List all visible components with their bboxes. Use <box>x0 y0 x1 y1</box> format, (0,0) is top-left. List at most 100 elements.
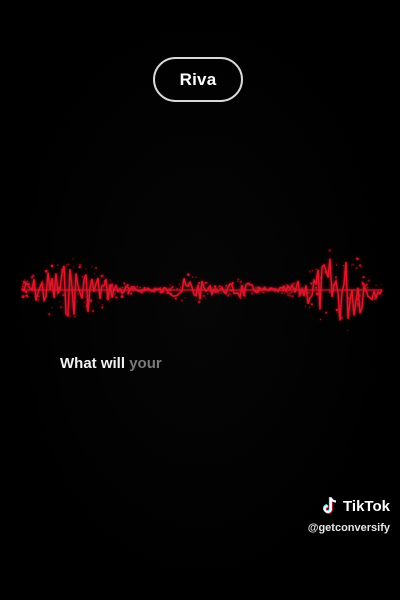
waveform-particle <box>358 294 361 297</box>
waveform-particle <box>239 280 242 283</box>
waveform-particle <box>140 291 143 294</box>
waveform-particle <box>200 287 202 289</box>
waveform-particle <box>209 290 211 292</box>
waveform-particle <box>57 264 59 266</box>
waveform-particle <box>169 284 172 286</box>
waveform-particle <box>38 295 40 297</box>
waveform-particle <box>69 273 72 276</box>
waveform-particle <box>255 289 258 293</box>
waveform-particle <box>257 289 259 291</box>
waveform-particle <box>111 286 114 289</box>
waveform-particle <box>119 291 120 293</box>
waveform-particle <box>73 315 76 318</box>
waveform-particle <box>126 283 129 287</box>
waveform-particle <box>225 284 228 287</box>
waveform-particle <box>53 290 56 292</box>
waveform-particle <box>31 286 34 290</box>
waveform-particle <box>317 281 320 285</box>
waveform-particle <box>276 289 278 292</box>
waveform-particle <box>65 264 68 266</box>
tiktok-watermark: TikTok @getconversify <box>308 496 390 534</box>
waveform-particle <box>243 294 247 298</box>
waveform-particle <box>94 266 98 270</box>
waveform-particle <box>361 281 363 284</box>
waveform-particle <box>121 291 124 294</box>
speaker-name: Riva <box>179 69 217 89</box>
waveform-particle <box>335 308 338 312</box>
waveform-particle <box>24 279 26 281</box>
waveform-particle <box>340 316 344 319</box>
waveform-particle <box>31 274 35 278</box>
waveform-particle <box>281 292 283 295</box>
waveform-particle <box>350 264 353 267</box>
waveform-particle <box>352 263 355 266</box>
waveform-particle <box>255 287 257 289</box>
waveform-particle <box>26 280 29 283</box>
waveform-particle <box>72 258 74 260</box>
waveform-particle <box>214 287 217 291</box>
waveform-particle <box>211 287 213 289</box>
waveform-particle <box>59 300 61 303</box>
waveform-particle <box>281 286 285 290</box>
waveform-particle <box>308 307 311 309</box>
waveform-particle <box>83 302 85 304</box>
waveform-particle <box>21 295 25 298</box>
waveform-particle <box>291 295 294 298</box>
waveform-particle <box>108 301 111 303</box>
waveform-particle <box>168 288 171 291</box>
waveform-particle <box>204 296 206 298</box>
waveform-particle <box>67 263 70 265</box>
waveform-particle <box>48 313 51 316</box>
waveform-particle <box>180 286 182 288</box>
waveform-particle <box>380 283 383 285</box>
waveform-particle <box>204 281 207 284</box>
waveform-particle <box>268 289 271 292</box>
waveform-particle <box>324 311 328 314</box>
waveform-particle <box>130 292 133 295</box>
waveform-particle <box>338 311 340 313</box>
waveform-particle <box>197 300 201 304</box>
waveform-particle <box>111 295 114 298</box>
waveform-particle <box>248 282 250 285</box>
waveform-particle <box>298 293 300 295</box>
waveform-particle <box>21 283 25 286</box>
waveform-particle <box>159 290 161 293</box>
waveform-particle <box>171 285 174 289</box>
waveform-particle <box>146 287 149 289</box>
waveform-particle <box>360 266 363 269</box>
waveform-particle <box>220 292 222 294</box>
waveform-particle <box>274 289 277 292</box>
waveform-particle <box>109 285 112 288</box>
waveform-particle <box>89 299 93 303</box>
waveform-particle <box>136 285 139 288</box>
waveform-particle <box>169 292 173 296</box>
waveform-particle <box>342 264 345 267</box>
waveform-particle <box>188 285 190 287</box>
waveform-particle <box>335 264 338 266</box>
waveform-particle <box>319 318 322 321</box>
waveform-particle <box>196 288 198 290</box>
waveform-particle <box>78 265 81 269</box>
waveform-particle <box>288 292 291 294</box>
waveform-particle <box>214 290 216 293</box>
waveform-particle <box>292 283 294 285</box>
waveform-particle <box>355 300 357 302</box>
waveform-particle <box>195 276 197 278</box>
waveform-particle <box>174 297 177 300</box>
waveform-particle <box>356 257 359 260</box>
waveform-particle <box>91 309 95 313</box>
waveform-particle <box>72 300 75 304</box>
waveform-particle <box>289 294 292 297</box>
waveform-particle <box>270 286 273 290</box>
waveform-particle <box>218 284 222 288</box>
waveform-particle <box>263 286 266 290</box>
waveform-particle <box>373 292 375 294</box>
waveform-particle <box>240 297 243 300</box>
waveform-particle <box>74 288 77 291</box>
waveform-particle <box>24 290 28 294</box>
waveform-particle <box>159 286 161 289</box>
waveform-particle <box>227 294 230 297</box>
waveform-particle <box>191 276 194 279</box>
speaker-name-pill[interactable]: Riva <box>153 57 243 102</box>
waveform-particle <box>259 289 262 291</box>
